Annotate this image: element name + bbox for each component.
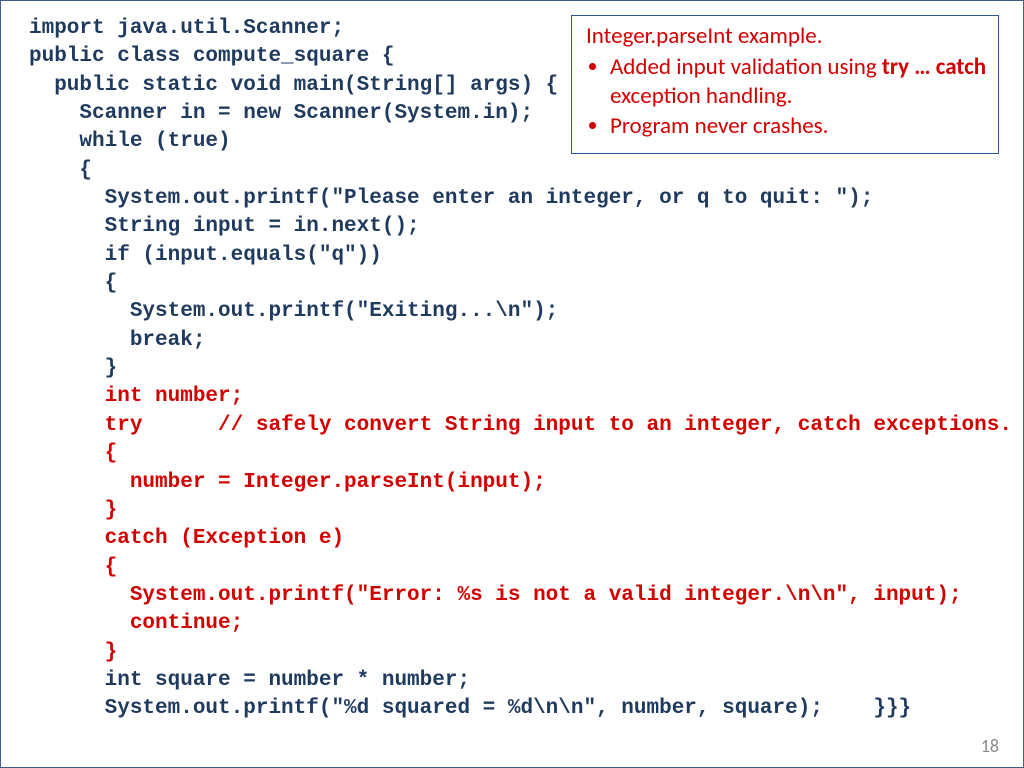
code-line: { (29, 272, 117, 295)
code-line-highlight: try // safely convert String input to an… (29, 414, 1012, 437)
code-line: public static void main(String[] args) { (29, 74, 558, 97)
annotation-title: Integer.parseInt example. (586, 22, 988, 51)
annotation-bold: try … catch (882, 53, 986, 81)
code-line-highlight: int number; (29, 385, 243, 408)
code-line: } (29, 357, 117, 380)
code-line: System.out.printf("%d squared = %d\n\n",… (29, 697, 823, 720)
code-line: int square = number * number; (29, 669, 470, 692)
code-line-highlight: catch (Exception e) (29, 527, 344, 550)
code-line: System.out.printf("Exiting...\n"); (29, 300, 558, 323)
annotation-list: Added input validation using try … catch… (586, 53, 988, 141)
code-line: while (true) (29, 130, 231, 153)
annotation-item: Program never crashes. (610, 112, 988, 141)
code-line: }}} (823, 697, 911, 720)
annotation-text: Added input validation using (610, 53, 882, 81)
code-line: System.out.printf("Please enter an integ… (29, 187, 873, 210)
code-line: if (input.equals("q")) (29, 244, 382, 267)
annotation-item: Added input validation using try … catch… (610, 53, 988, 111)
annotation-text: exception handling. (610, 82, 792, 110)
annotation-box: Integer.parseInt example. Added input va… (571, 15, 999, 154)
code-line: { (29, 159, 92, 182)
code-line-highlight: { (29, 442, 117, 465)
code-line: String input = in.next(); (29, 215, 420, 238)
page-number: 18 (981, 735, 999, 757)
slide: import java.util.Scanner; public class c… (0, 0, 1024, 768)
code-line: import java.util.Scanner; (29, 17, 344, 40)
code-line-highlight: number = Integer.parseInt(input); (29, 471, 546, 494)
code-line: Scanner in = new Scanner(System.in); (29, 102, 533, 125)
code-line-highlight: continue; (29, 612, 243, 635)
code-line-highlight: } (29, 499, 117, 522)
code-line: break; (29, 329, 205, 352)
code-line-highlight: { (29, 556, 117, 579)
code-line-highlight: } (29, 641, 117, 664)
code-line: public class compute_square { (29, 45, 394, 68)
code-line-highlight: System.out.printf("Error: %s is not a va… (29, 584, 962, 607)
